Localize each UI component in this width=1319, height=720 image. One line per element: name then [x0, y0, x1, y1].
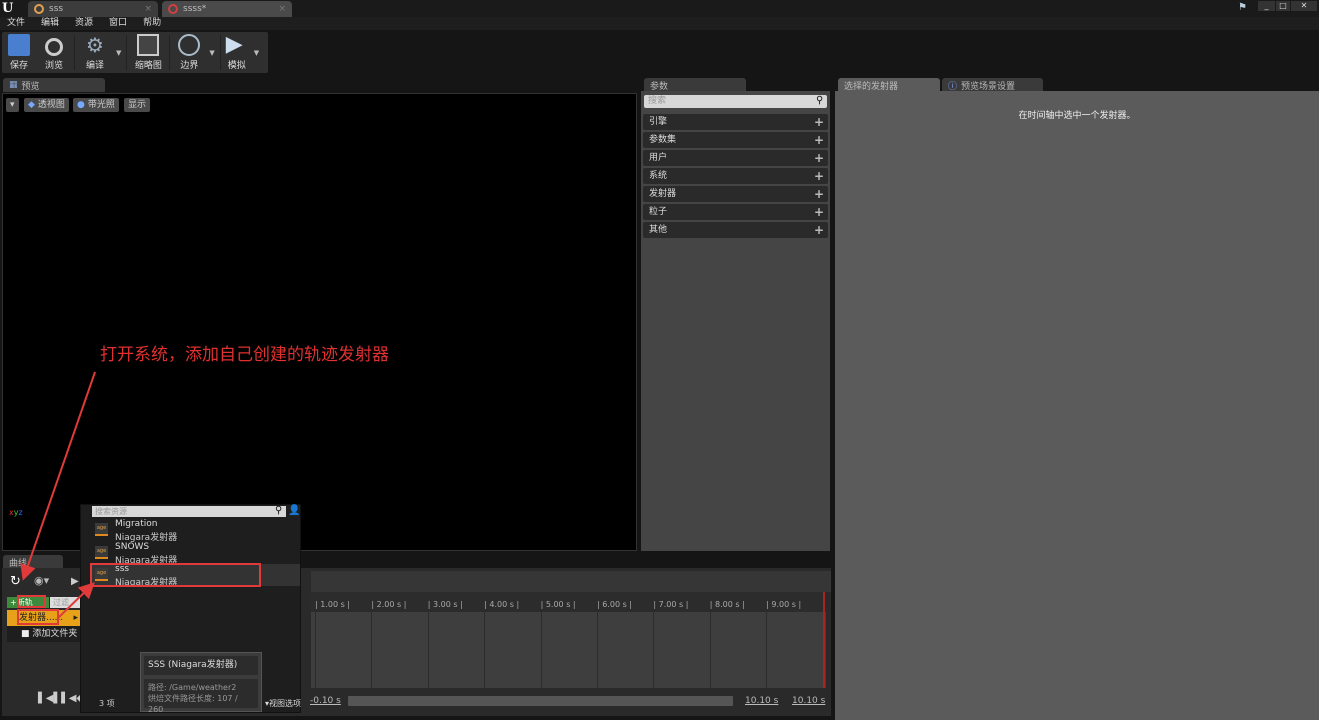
annotation-text: 打开系统，添加自己创建的轨迹发射器 — [100, 345, 389, 365]
arrow-to-sss-item — [57, 582, 95, 619]
arrow-to-add-track — [20, 371, 96, 581]
